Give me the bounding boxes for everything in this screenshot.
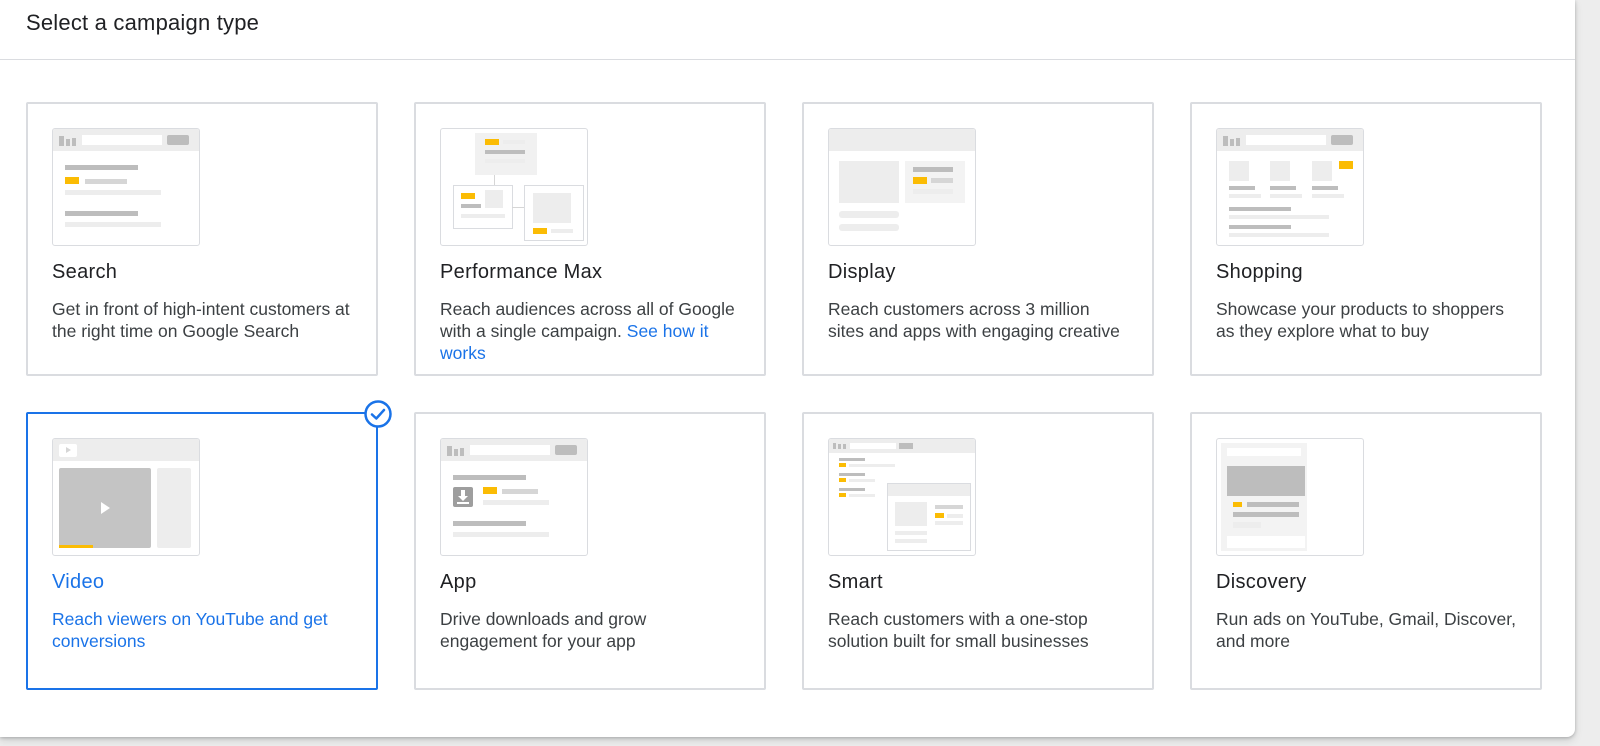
campaign-card-title: Performance Max	[440, 261, 603, 283]
campaign-card-description: Reach customers across 3 million sites a…	[828, 299, 1120, 341]
shopping-illustration-icon	[1216, 128, 1364, 246]
campaign-card-title: Video	[52, 571, 105, 593]
campaign-card-description: Run ads on YouTube, Gmail, Discover, and…	[1216, 609, 1516, 651]
campaign-card-title: Shopping	[1216, 261, 1303, 283]
campaign-card-description: Get in front of high-intent customers at…	[52, 299, 350, 341]
campaign-card-smart[interactable]: Smart Reach customers with a one-stop so…	[802, 412, 1154, 690]
campaign-card-app[interactable]: App Drive downloads and grow engagement …	[414, 412, 766, 690]
discovery-illustration-icon	[1216, 438, 1364, 556]
campaign-card-title: Search	[52, 261, 118, 283]
campaign-type-grid: Search Get in front of high-intent custo…	[26, 102, 1542, 690]
search-illustration-icon	[52, 128, 200, 246]
app-illustration-icon	[440, 438, 588, 556]
campaign-card-display[interactable]: Display Reach customers across 3 million…	[802, 102, 1154, 376]
campaign-card-title: Smart	[828, 571, 883, 593]
campaign-card-title: Discovery	[1216, 571, 1307, 593]
selected-check-icon	[364, 400, 392, 428]
campaign-card-description: Reach viewers on YouTube and get convers…	[52, 609, 328, 651]
campaign-card-description: Showcase your products to shoppers as th…	[1216, 299, 1504, 341]
campaign-card-shopping[interactable]: Shopping Showcase your products to shopp…	[1190, 102, 1542, 376]
video-illustration-icon	[52, 438, 200, 556]
performance-max-illustration-icon	[440, 128, 588, 246]
campaign-card-description: Reach customers with a one-stop solution…	[828, 609, 1089, 651]
campaign-card-title: Display	[828, 261, 896, 283]
campaign-card-description: Reach audiences across all of Google wit…	[440, 298, 740, 364]
panel-header: Select a campaign type	[0, 0, 1575, 60]
campaign-type-panel: Select a campaign type Search Get in fro…	[0, 0, 1575, 737]
campaign-card-video[interactable]: Video Reach viewers on YouTube and get c…	[26, 400, 392, 690]
campaign-card-search[interactable]: Search Get in front of high-intent custo…	[26, 102, 378, 376]
campaign-card-performance-max[interactable]: Performance Max Reach audiences across a…	[414, 102, 766, 376]
campaign-card-discovery[interactable]: Discovery Run ads on YouTube, Gmail, Dis…	[1190, 412, 1542, 690]
campaign-card-description: Drive downloads and grow engagement for …	[440, 609, 647, 651]
campaign-card-title: App	[440, 571, 477, 593]
page-title: Select a campaign type	[26, 10, 260, 35]
display-illustration-icon	[828, 128, 976, 246]
smart-illustration-icon	[828, 438, 976, 556]
